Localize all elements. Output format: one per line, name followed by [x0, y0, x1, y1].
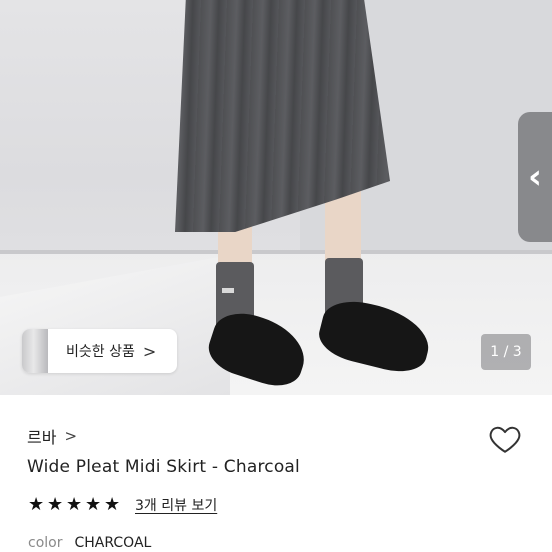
star-icon: ★	[47, 494, 64, 515]
color-option: color CHARCOAL	[28, 535, 151, 551]
color-value: CHARCOAL	[74, 535, 152, 551]
star-icon: ★	[85, 494, 102, 515]
view-reviews-link[interactable]: 3개 리뷰 보기	[135, 495, 217, 515]
image-counter-text: 1 / 3	[490, 344, 522, 360]
star-icon: ★	[66, 494, 83, 515]
chevron-left-icon: ‹	[527, 157, 542, 197]
star-icon: ★	[104, 494, 121, 515]
gallery-side-arrow-button[interactable]: ‹	[518, 112, 552, 242]
similar-products-button[interactable]: 비슷한 상품 >	[22, 329, 177, 373]
store-name: 르바	[27, 428, 57, 447]
color-label: color	[28, 535, 63, 551]
sock-tag	[222, 288, 234, 293]
chevron-right-icon: >	[142, 341, 157, 361]
product-image-gallery[interactable]: 비슷한 상품 > 1 / 3	[0, 0, 552, 395]
star-icon: ★	[28, 494, 45, 515]
heart-icon[interactable]	[487, 422, 523, 456]
image-counter-badge: 1 / 3	[481, 334, 531, 370]
product-title: Wide Pleat Midi Skirt - Charcoal	[27, 457, 300, 477]
star-rating: ★ ★ ★ ★ ★	[28, 495, 123, 515]
rating-row: ★ ★ ★ ★ ★ 3개 리뷰 보기	[28, 495, 217, 515]
background-step-edge	[0, 250, 552, 254]
similar-product-thumbnail	[22, 329, 48, 373]
similar-products-label: 비슷한 상품	[66, 344, 135, 360]
chevron-right-icon: >	[64, 427, 78, 445]
store-link[interactable]: 르바 >	[27, 424, 77, 448]
